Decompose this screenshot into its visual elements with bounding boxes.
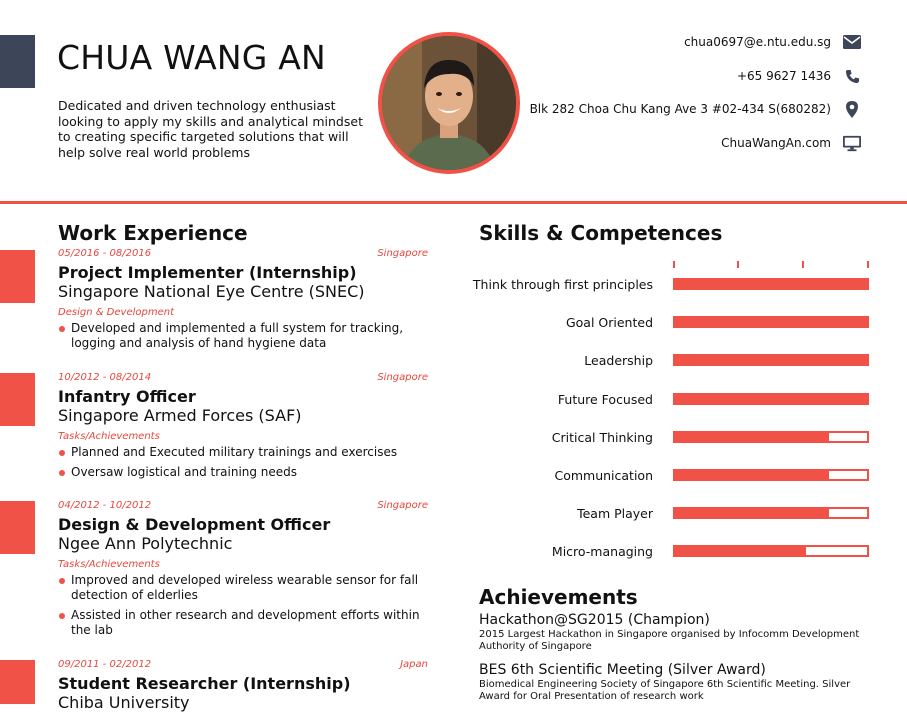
skill-label: Goal Oriented — [565, 315, 653, 331]
skill-level-fill — [675, 547, 806, 556]
job-dates: 10/2012 - 08/2014 — [58, 372, 152, 383]
skill-level-fill — [675, 471, 829, 479]
job-dates: 04/2012 - 10/2012 — [58, 500, 152, 511]
job-title: Student Researcher (Internship) — [58, 674, 351, 693]
phone-icon — [843, 67, 861, 85]
envelope-icon — [843, 33, 861, 51]
skill-level-fill — [675, 509, 829, 518]
profile-photo — [378, 32, 520, 174]
job-title: Project Implementer (Internship) — [58, 263, 357, 282]
skill-level-bar — [673, 278, 869, 290]
job-location: Singapore — [377, 372, 428, 383]
job-entry: 04/2012 - 10/2012 Singapore Design & Dev… — [58, 500, 428, 643]
job-organization: Ngee Ann Polytechnic — [58, 534, 233, 553]
skill-label: Future Focused — [557, 391, 653, 407]
contact-address: Blk 282 Choa Chu Kang Ave 3 #02-434 S(68… — [530, 100, 861, 118]
job-marker — [0, 501, 35, 554]
job-bullet: Developed and implemented a full system … — [58, 321, 428, 351]
job-title: Design & Development Officer — [58, 515, 331, 534]
summary-text: Dedicated and driven technology enthusia… — [58, 98, 363, 160]
achievement-item: BES 6th Scientific Meeting (Silver Award… — [479, 662, 879, 703]
skill-label: Team Player — [577, 506, 653, 522]
scale-tick — [867, 261, 869, 268]
skill-level-bar — [673, 545, 869, 558]
skill-level-bar — [673, 392, 869, 405]
scale-tick — [737, 261, 739, 268]
achievement-description: Biomedical Engineering Society of Singap… — [479, 679, 851, 702]
skill-level-bar — [673, 316, 869, 329]
scale-tick — [673, 261, 675, 268]
skill-level-bar — [673, 354, 869, 367]
candidate-name: CHUA WANG AN — [57, 38, 326, 77]
skill-label: Think through first principles — [472, 277, 653, 292]
job-organization: Singapore National Eye Centre (SNEC) — [58, 282, 365, 301]
achievement-description: 2015 Largest Hackathon in Singapore orga… — [479, 629, 860, 652]
job-organization: Chiba University — [58, 693, 190, 712]
job-bullet: Oversaw logistical and training needs — [58, 465, 428, 480]
skill-label: Critical Thinking — [551, 429, 653, 445]
header-divider — [0, 201, 907, 204]
header-accent-block — [0, 35, 35, 88]
job-category: Tasks/Achievements — [58, 559, 160, 570]
job-bullet: Improved and developed wireless wearable… — [58, 573, 428, 603]
job-bullet: Assisted in other research and developme… — [58, 608, 428, 638]
job-marker — [0, 373, 35, 426]
skill-level-bar — [673, 469, 869, 481]
email-text[interactable]: chua0697@e.ntu.edu.sg — [684, 35, 831, 49]
job-marker — [0, 660, 35, 704]
contact-phone[interactable]: +65 9627 1436 — [737, 67, 861, 85]
job-category: Tasks/Achievements — [58, 431, 160, 442]
job-category: Design & Development — [58, 307, 175, 318]
skills-heading: Skills & Competences — [479, 221, 723, 245]
job-bullet: Planned and Executed military trainings … — [58, 445, 428, 460]
achievement-item: Hackathon@SG2015 (Champion) 2015 Largest… — [479, 612, 879, 653]
work-experience-heading: Work Experience — [58, 221, 248, 245]
map-marker-icon — [843, 100, 861, 118]
skill-level-fill — [675, 280, 867, 288]
skill-level-bar — [673, 430, 869, 443]
phone-text[interactable]: +65 9627 1436 — [737, 69, 831, 83]
job-entry: 09/2011 - 02/2012 Japan Student Research… — [58, 659, 428, 712]
job-title: Infantry Officer — [58, 387, 196, 406]
achievement-title: BES 6th Scientific Meeting (Silver Award… — [479, 662, 766, 678]
job-dates: 05/2016 - 08/2016 — [58, 248, 152, 259]
profile-photo-illustration — [382, 36, 516, 170]
skill-label: Leadership — [584, 353, 653, 369]
achievement-title: Hackathon@SG2015 (Champion) — [479, 612, 710, 628]
skill-label: Communication — [554, 468, 653, 483]
scale-tick — [802, 261, 804, 268]
job-location: Japan — [400, 659, 428, 670]
job-location: Singapore — [377, 500, 428, 511]
contact-email[interactable]: chua0697@e.ntu.edu.sg — [684, 33, 861, 51]
job-entry: 10/2012 - 08/2014 Singapore Infantry Off… — [58, 372, 428, 485]
monitor-icon — [843, 134, 861, 152]
job-marker — [0, 250, 35, 303]
job-location: Singapore — [377, 248, 428, 259]
skill-level-fill — [675, 394, 867, 403]
job-organization: Singapore Armed Forces (SAF) — [58, 406, 302, 425]
contact-website[interactable]: ChuaWangAn.com — [721, 134, 861, 152]
skill-level-bar — [673, 507, 869, 520]
skill-level-fill — [675, 356, 867, 365]
skill-level-fill — [675, 318, 867, 327]
skill-label: Micro-managing — [551, 544, 653, 560]
achievements-heading: Achievements — [479, 585, 638, 609]
job-dates: 09/2011 - 02/2012 — [58, 659, 152, 670]
skill-level-fill — [675, 432, 829, 441]
website-link[interactable]: ChuaWangAn.com — [721, 136, 831, 150]
job-entry: 05/2016 - 08/2016 Singapore Project Impl… — [58, 248, 428, 356]
address-text: Blk 282 Choa Chu Kang Ave 3 #02-434 S(68… — [529, 102, 831, 116]
